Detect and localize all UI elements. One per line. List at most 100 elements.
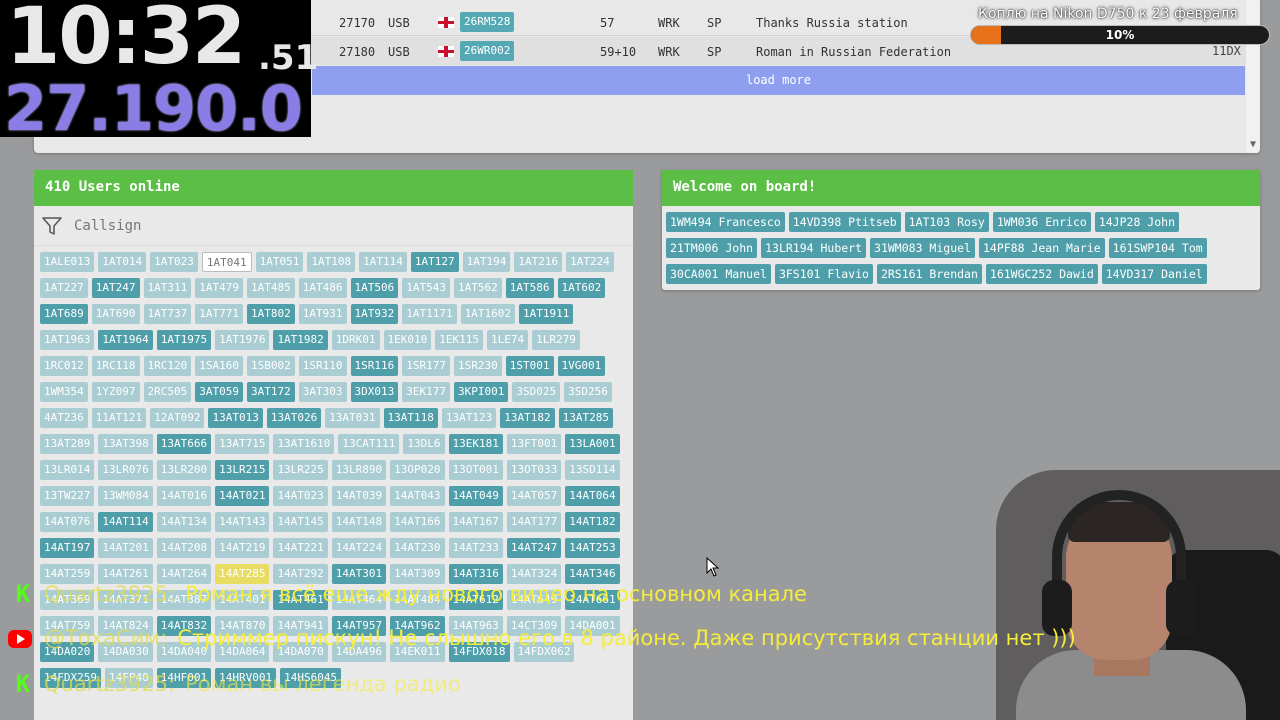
user-callsign-chip[interactable]: 1SR177 — [402, 356, 450, 376]
user-callsign-chip[interactable]: 3KPI001 — [454, 382, 509, 402]
user-callsign-chip[interactable]: 14AT039 — [331, 486, 387, 506]
user-callsign-chip[interactable]: 13AT1610 — [273, 434, 335, 454]
user-callsign-chip[interactable]: 13OT001 — [448, 460, 503, 480]
user-callsign-chip[interactable]: 1AT108 — [307, 252, 356, 272]
welcome-user-chip[interactable]: 3FS101 Flavio — [774, 264, 873, 284]
user-callsign-chip[interactable]: 1YZ097 — [91, 382, 140, 402]
user-callsign-chip[interactable]: 1VG001 — [557, 356, 606, 376]
user-callsign-chip[interactable]: 14AT261 — [98, 564, 153, 584]
user-callsign-chip[interactable]: 4AT236 — [40, 408, 88, 428]
user-callsign-chip[interactable]: 14AT264 — [156, 564, 212, 584]
scroll-down-icon[interactable]: ▼ — [1250, 139, 1256, 150]
user-callsign-chip[interactable]: 1AT311 — [143, 278, 192, 298]
user-callsign-chip[interactable]: 14AT285 — [215, 564, 270, 584]
user-callsign-chip[interactable]: 1AT216 — [514, 252, 563, 272]
user-callsign-chip[interactable]: 14AT247 — [506, 538, 562, 558]
user-callsign-chip[interactable]: 14AT143 — [215, 512, 270, 532]
user-callsign-chip[interactable]: 14AT016 — [156, 486, 212, 506]
user-callsign-chip[interactable]: 13LA001 — [565, 434, 620, 454]
user-callsign-chip[interactable]: 14AT177 — [506, 512, 562, 532]
user-callsign-chip[interactable]: 1AT479 — [195, 278, 243, 298]
user-callsign-chip[interactable]: 1SA160 — [195, 356, 243, 376]
user-callsign-chip[interactable]: 1AT1602 — [460, 304, 515, 324]
user-callsign-chip[interactable]: 14AT114 — [98, 512, 153, 532]
user-callsign-chip[interactable]: 2RC505 — [143, 382, 192, 402]
user-callsign-chip[interactable]: 1RC012 — [40, 356, 88, 376]
user-callsign-chip[interactable]: 1SR230 — [454, 356, 502, 376]
welcome-user-chip[interactable]: 14PF88 Jean Marie — [978, 238, 1105, 258]
user-callsign-chip[interactable]: 11AT121 — [91, 408, 147, 428]
user-callsign-chip[interactable]: 1AT023 — [150, 252, 198, 272]
user-callsign-chip[interactable]: 3SD025 — [512, 382, 561, 402]
user-callsign-chip[interactable]: 1AT114 — [359, 252, 407, 272]
user-callsign-chip[interactable]: 1WM354 — [40, 382, 88, 402]
welcome-user-chip[interactable]: 21TM006 John — [666, 238, 758, 258]
welcome-user-chip[interactable]: 14VD398 Ptitseb — [788, 212, 901, 232]
user-callsign-chip[interactable]: 14AT201 — [98, 538, 153, 558]
user-callsign-chip[interactable]: 14AT134 — [156, 512, 212, 532]
user-callsign-chip[interactable]: 1AT486 — [298, 278, 347, 298]
user-callsign-chip[interactable]: 1AT543 — [402, 278, 450, 298]
user-callsign-chip[interactable]: 13LR890 — [331, 460, 387, 480]
user-callsign-chip[interactable]: 3EK177 — [402, 382, 450, 402]
user-callsign-chip[interactable]: 1AT041 — [201, 252, 252, 272]
user-callsign-chip[interactable]: 1SR116 — [350, 356, 399, 376]
welcome-user-chip[interactable]: 14VD317 Daniel — [1101, 264, 1207, 284]
user-callsign-chip[interactable]: 14AT197 — [40, 538, 95, 558]
welcome-user-chip[interactable]: 2RS161 Brendan — [876, 264, 982, 284]
user-callsign-chip[interactable]: 14AT259 — [40, 564, 95, 584]
user-callsign-chip[interactable]: 1AT737 — [143, 304, 192, 324]
user-callsign-chip[interactable]: 1SB002 — [247, 356, 295, 376]
user-callsign-chip[interactable]: 3AT059 — [195, 382, 243, 402]
user-callsign-chip[interactable]: 1AT562 — [454, 278, 502, 298]
scrollbar[interactable] — [1246, 0, 1260, 153]
user-callsign-chip[interactable]: 12AT092 — [150, 408, 205, 428]
user-callsign-chip[interactable]: 14AT316 — [448, 564, 503, 584]
welcome-user-chip[interactable]: 1WM494 Francesco — [666, 212, 785, 232]
user-callsign-chip[interactable]: 1AT1963 — [40, 330, 95, 350]
user-callsign-chip[interactable]: 14AT049 — [448, 486, 503, 506]
welcome-user-chip[interactable]: 30CA001 Manuel — [666, 264, 771, 284]
user-callsign-chip[interactable]: 1AT689 — [40, 304, 88, 324]
user-callsign-chip[interactable]: 1AT051 — [255, 252, 304, 272]
user-callsign-chip[interactable]: 14AT253 — [565, 538, 620, 558]
user-callsign-chip[interactable]: 1DRK01 — [331, 330, 380, 350]
user-callsign-chip[interactable]: 14AT346 — [565, 564, 620, 584]
log-callsign[interactable]: 26WR002 — [460, 41, 515, 61]
user-callsign-chip[interactable]: 13LR014 — [40, 460, 95, 480]
user-callsign-chip[interactable]: 3AT303 — [298, 382, 347, 402]
user-callsign-chip[interactable]: 13AT666 — [156, 434, 212, 454]
user-callsign-chip[interactable]: 14AT182 — [565, 512, 620, 532]
callsign-search-input[interactable] — [74, 214, 594, 238]
user-callsign-chip[interactable]: 1AT506 — [350, 278, 399, 298]
user-callsign-chip[interactable]: 14AT148 — [331, 512, 387, 532]
user-callsign-chip[interactable]: 1AT1976 — [215, 330, 270, 350]
user-callsign-chip[interactable]: 14AT208 — [156, 538, 212, 558]
welcome-user-chip[interactable]: 1AT103 Rosy — [904, 212, 989, 232]
user-callsign-chip[interactable]: 13TW227 — [40, 486, 95, 506]
user-callsign-chip[interactable]: 13EK181 — [448, 434, 503, 454]
user-callsign-chip[interactable]: 1EK115 — [435, 330, 484, 350]
user-callsign-chip[interactable]: 13AT026 — [266, 408, 322, 428]
welcome-user-chip[interactable]: 161WGC252 Dawid — [985, 264, 1098, 284]
user-callsign-chip[interactable]: 13LR215 — [215, 460, 270, 480]
welcome-user-chip[interactable]: 1WM036 Enrico — [992, 212, 1091, 232]
user-callsign-chip[interactable]: 3SD256 — [564, 382, 612, 402]
user-callsign-chip[interactable]: 14AT076 — [40, 512, 95, 532]
user-callsign-chip[interactable]: 13AT031 — [325, 408, 380, 428]
user-callsign-chip[interactable]: 1AT194 — [462, 252, 511, 272]
welcome-user-chip[interactable]: 161SWP104 Tom — [1108, 238, 1207, 258]
user-callsign-chip[interactable]: 1SR110 — [298, 356, 347, 376]
user-callsign-chip[interactable]: 13FT001 — [506, 434, 562, 454]
user-callsign-chip[interactable]: 1AT1171 — [402, 304, 457, 324]
user-callsign-chip[interactable]: 13AT123 — [441, 408, 497, 428]
user-callsign-chip[interactable]: 1AT1964 — [98, 330, 153, 350]
user-callsign-chip[interactable]: 14AT043 — [390, 486, 445, 506]
user-callsign-chip[interactable]: 1AT932 — [350, 304, 399, 324]
user-callsign-chip[interactable]: 13OT033 — [506, 460, 562, 480]
user-callsign-chip[interactable]: 1LE74 — [487, 330, 529, 350]
user-callsign-chip[interactable]: 1AT485 — [247, 278, 295, 298]
user-callsign-chip[interactable]: 13LR200 — [156, 460, 212, 480]
user-callsign-chip[interactable]: 14AT233 — [448, 538, 503, 558]
user-callsign-chip[interactable]: 14AT167 — [448, 512, 503, 532]
